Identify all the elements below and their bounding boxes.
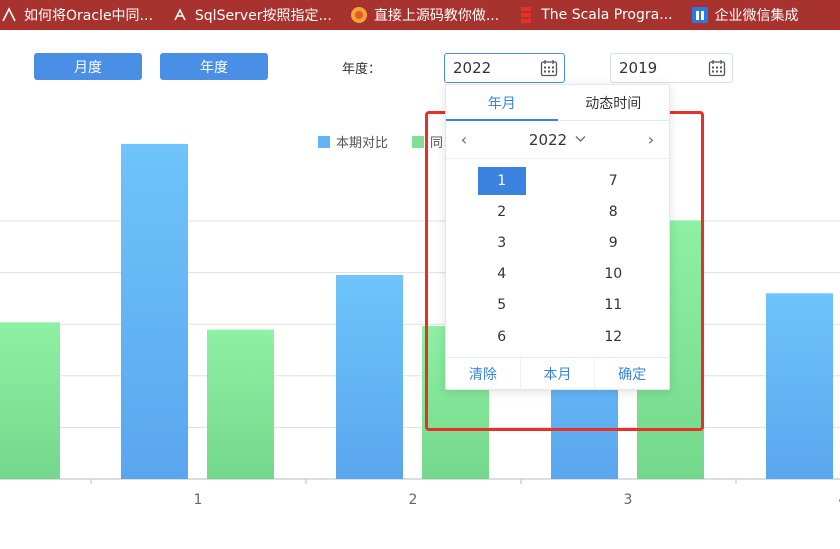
month-label: 2	[497, 203, 507, 220]
year-label: 年度：	[342, 62, 382, 77]
bookmark-icon	[691, 6, 709, 24]
bookmark-2[interactable]: SqlServer按照指定...	[171, 5, 332, 25]
bookmark-4[interactable]: The Scala Progra...	[517, 6, 673, 24]
month-cell[interactable]: 6	[446, 321, 558, 352]
month-cell[interactable]: 1	[446, 165, 558, 196]
legend-label-series-2[interactable]: 同	[430, 136, 443, 151]
bookmark-label: 企业微信集成	[714, 8, 799, 24]
month-label: 10	[604, 266, 623, 283]
month-cell[interactable]: 9	[558, 227, 670, 258]
month-label: 11	[604, 297, 623, 314]
bar-series-1-cat-1[interactable]	[121, 143, 188, 479]
bar-series-1-cat-4[interactable]	[766, 293, 833, 479]
end-year-input[interactable]: 2019	[610, 53, 733, 83]
month-label: 3	[497, 234, 507, 251]
month-label: 4	[497, 266, 507, 283]
year-selector[interactable]: 2022	[529, 131, 586, 149]
month-button[interactable]: 月度	[34, 53, 142, 80]
month-grid: 1 7 2 8 3 9 4 10 5 11 6 12	[446, 159, 669, 355]
bar-series-2-partial[interactable]	[0, 322, 60, 479]
month-cell[interactable]: 2	[446, 196, 558, 227]
this-month-button[interactable]: 本月	[521, 358, 596, 389]
x-tick-label: 3	[624, 492, 633, 508]
prev-year-icon[interactable]: ‹	[456, 130, 472, 149]
month-label: 6	[497, 328, 507, 345]
clear-button[interactable]: 清除	[446, 358, 521, 389]
bookmark-icon	[171, 6, 189, 24]
month-cell[interactable]: 3	[446, 227, 558, 258]
confirm-button[interactable]: 确定	[595, 358, 669, 389]
month-cell[interactable]: 10	[558, 259, 670, 290]
bookmarks-bar: 如何将Oracle中同... SqlServer按照指定... 直接上源码教你做…	[0, 0, 840, 30]
month-picker-dropdown: 年月 动态时间 ‹ 2022 › 1 7 2 8 3 9 4 10 5 11 6 12 清除 本月 确…	[445, 84, 670, 390]
start-year-input[interactable]: 2022	[444, 53, 565, 83]
month-cell[interactable]: 4	[446, 259, 558, 290]
month-cell[interactable]: 8	[558, 196, 670, 227]
x-tick-label: 1	[194, 492, 203, 508]
bookmark-label: The Scala Progra...	[541, 7, 673, 23]
bookmark-1[interactable]: 如何将Oracle中同...	[0, 5, 153, 25]
month-label: 12	[604, 328, 623, 345]
month-cell[interactable]: 11	[558, 290, 670, 321]
tab-dynamic-time[interactable]: 动态时间	[558, 85, 670, 120]
bookmark-icon	[350, 6, 368, 24]
legend-label-series-1[interactable]: 本期对比	[336, 136, 388, 151]
month-cell[interactable]: 5	[446, 290, 558, 321]
bookmark-label: 直接上源码教你做...	[373, 8, 500, 24]
bookmark-icon	[0, 6, 18, 24]
bookmark-3[interactable]: 直接上源码教你做...	[350, 5, 499, 25]
year-button[interactable]: 年度	[160, 53, 268, 80]
picker-tabs: 年月 动态时间	[446, 85, 669, 121]
legend-swatch-series-1	[318, 136, 330, 148]
chevron-down-icon	[575, 133, 586, 146]
next-year-icon[interactable]: ›	[643, 130, 659, 149]
month-label: 9	[608, 234, 618, 251]
bar-series-2-cat-1[interactable]	[207, 329, 274, 479]
picker-nav: ‹ 2022 ›	[446, 121, 669, 159]
month-label: 8	[608, 203, 618, 220]
bar-chart: 本期对比 同 1234	[0, 136, 840, 508]
month-label: 5	[497, 297, 507, 314]
scala-icon	[517, 6, 535, 24]
month-label: 1	[477, 166, 526, 195]
x-tick-label: 2	[409, 492, 418, 508]
legend-swatch-series-2	[412, 136, 424, 148]
start-year-value: 2022	[453, 59, 492, 77]
month-label: 7	[608, 172, 618, 189]
picker-footer: 清除 本月 确定	[446, 357, 669, 389]
picker-year-value: 2022	[528, 130, 568, 149]
bookmark-label: SqlServer按照指定...	[194, 8, 332, 24]
bookmark-label: 如何将Oracle中同...	[24, 8, 153, 24]
end-year-value: 2019	[619, 59, 658, 77]
bookmark-5[interactable]: 企业微信集成	[691, 5, 799, 25]
calendar-icon[interactable]	[540, 59, 558, 77]
month-cell[interactable]: 7	[558, 165, 670, 196]
calendar-icon[interactable]	[708, 59, 726, 77]
tab-year-month[interactable]: 年月	[446, 85, 558, 121]
bar-series-1-cat-2[interactable]	[336, 275, 403, 479]
month-cell[interactable]: 12	[558, 321, 670, 352]
